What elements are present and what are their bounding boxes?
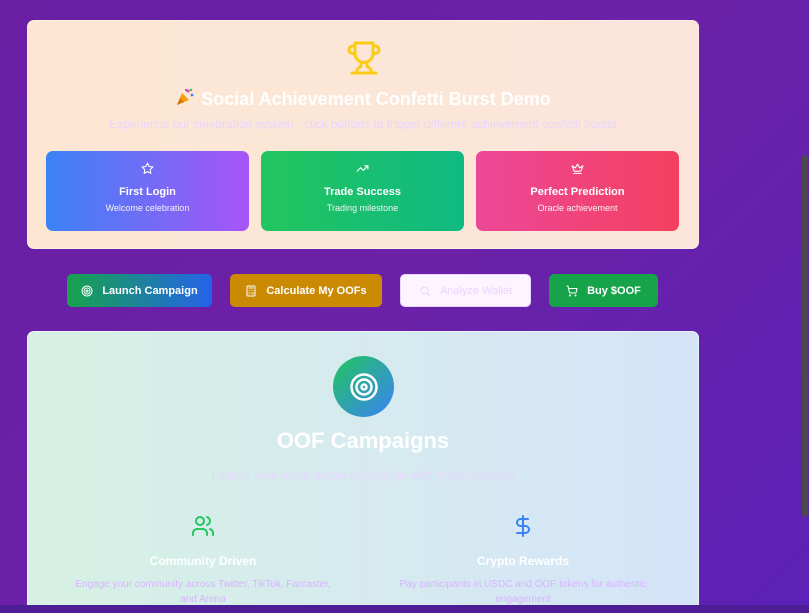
buy-oof-button[interactable]: Buy $OOF <box>549 274 658 307</box>
page-bottom-edge <box>0 605 809 613</box>
trade-success-button[interactable]: Trade Success Trading milestone <box>261 151 464 231</box>
first-login-button[interactable]: First Login Welcome celebration <box>46 151 249 231</box>
trending-up-icon <box>356 165 369 172</box>
target-icon <box>81 285 93 296</box>
calculate-oofs-button[interactable]: Calculate My OOFs <box>230 274 382 307</box>
feature-crypto-rewards: Crypto Rewards Pay participants in USDC … <box>378 514 668 607</box>
search-icon <box>420 286 430 296</box>
star-icon <box>141 162 154 174</box>
trophy-icon <box>347 41 381 75</box>
confetti-demo-card: Social Achievement Confetti Burst Demo E… <box>27 20 699 249</box>
launch-campaign-label: Launch Campaign <box>102 284 198 297</box>
confetti-demo-subtitle: Experience our celebration system - clic… <box>109 117 617 131</box>
scrollbar-thumb[interactable] <box>802 155 808 517</box>
confetti-demo-title-text: Social Achievement Confetti Burst Demo <box>201 89 551 109</box>
calculate-oofs-label: Calculate My OOFs <box>266 284 367 297</box>
analyze-wallet-label: Analyze Wallet <box>439 284 513 297</box>
party-popper-icon <box>177 88 194 105</box>
launch-campaign-button[interactable]: Launch Campaign <box>67 274 212 307</box>
analyze-wallet-button[interactable]: Analyze Wallet <box>400 274 531 307</box>
feature-title: Crypto Rewards <box>476 554 570 568</box>
trade-success-subtitle: Trading milestone <box>326 203 399 213</box>
feature-title: Community Driven <box>149 554 257 568</box>
shopping-cart-icon <box>566 285 578 296</box>
feature-description: Engage your community across Twitter, Ti… <box>75 579 331 605</box>
crown-icon <box>571 163 584 174</box>
vertical-scrollbar[interactable] <box>800 0 809 613</box>
perfect-prediction-button[interactable]: Perfect Prediction Oracle achievement <box>476 151 679 231</box>
first-login-subtitle: Welcome celebration <box>105 203 190 213</box>
campaigns-subtitle: Launch viral social media campaigns with… <box>211 468 515 482</box>
campaigns-logo <box>333 356 394 417</box>
first-login-title: First Login <box>119 186 176 198</box>
feature-community-driven: Community Driven Engage your community a… <box>58 514 348 607</box>
buy-oof-label: Buy $OOF <box>587 284 641 297</box>
campaigns-title: OOF Campaigns <box>276 428 450 453</box>
target-icon <box>349 372 378 401</box>
confetti-demo-title: Social Achievement Confetti Burst Demo <box>28 87 698 110</box>
calculator-icon <box>246 285 256 296</box>
dollar-icon <box>516 515 530 537</box>
perfect-prediction-subtitle: Oracle achievement <box>537 203 618 213</box>
trade-success-title: Trade Success <box>323 186 402 198</box>
feature-description: Pay participants in USDC and OOF tokens … <box>399 579 647 605</box>
perfect-prediction-title: Perfect Prediction <box>530 186 625 198</box>
users-icon <box>192 516 214 536</box>
campaigns-card: OOF Campaigns Launch viral social media … <box>27 331 699 613</box>
